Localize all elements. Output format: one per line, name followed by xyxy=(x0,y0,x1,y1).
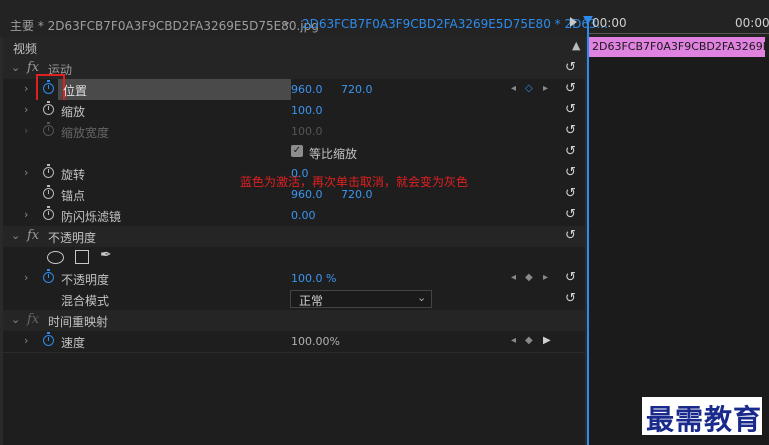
section-video: 视频 ▲ xyxy=(3,37,585,59)
chevron-right-icon[interactable]: › xyxy=(24,103,28,116)
prev-keyframe-icon[interactable]: ◂ xyxy=(511,83,516,94)
stopwatch-icon[interactable] xyxy=(43,332,54,346)
rotation-label: 旋转 xyxy=(61,168,86,182)
stopwatch-icon[interactable] xyxy=(43,101,54,115)
ruler-line xyxy=(587,33,769,34)
fx-icon[interactable]: fx xyxy=(27,228,39,243)
reset-icon[interactable]: ↺ xyxy=(565,81,576,96)
chevron-down-icon[interactable]: ⌄ xyxy=(11,61,20,74)
reset-icon[interactable]: ↺ xyxy=(565,102,576,117)
blend-mode-select[interactable]: 正常 ⌄ xyxy=(290,290,432,308)
add-keyframe-icon[interactable]: ◇ xyxy=(525,83,533,94)
position-label: 位置 xyxy=(63,84,88,98)
chevron-right-icon[interactable]: › xyxy=(24,208,28,221)
ruler-timecode-end: 00:00 xyxy=(735,16,769,30)
mini-timeline[interactable] xyxy=(587,57,769,445)
chevron-right-icon: › xyxy=(24,124,29,137)
tab-sequence-clip[interactable]: 2D63FCB7F0A3F9CBD2FA3269E5D75E80 * 2D63.… xyxy=(302,17,608,31)
annotation-text: 蓝色为激活，再次单击取消，就会变为灰色 xyxy=(240,175,469,189)
reset-icon[interactable]: ↺ xyxy=(565,207,576,222)
param-opacity[interactable]: › 不透明度 100.0 % ◂ ◆ ▸ ↺ xyxy=(3,268,585,290)
stopwatch-icon[interactable] xyxy=(43,269,54,283)
param-position[interactable]: › 位置 960.0 720.0 ◂ ◇ ▸ ↺ xyxy=(3,74,585,102)
scale-width-value: 100.0 xyxy=(291,125,323,138)
blend-mode-label: 混合模式 xyxy=(61,294,110,308)
uniform-scale-label: 等比缩放 xyxy=(309,147,358,161)
position-x-value[interactable]: 960.0 xyxy=(291,83,323,96)
scale-width-label: 缩放宽度 xyxy=(61,126,110,140)
panel-divider[interactable] xyxy=(585,37,587,445)
antiflicker-label: 防闪烁滤镜 xyxy=(61,210,122,224)
mask-tools-row: ✒ xyxy=(3,247,585,269)
scroll-up-icon[interactable]: ▲ xyxy=(572,39,580,52)
speed-value[interactable]: 100.00% xyxy=(291,335,340,348)
stopwatch-icon[interactable] xyxy=(43,185,54,199)
chevron-right-icon[interactable]: › xyxy=(24,166,28,179)
highlight-box xyxy=(36,74,65,102)
reset-icon[interactable]: ↺ xyxy=(565,123,576,138)
next-keyframe-icon[interactable]: ▶ xyxy=(543,335,551,346)
chevron-right-icon[interactable]: › xyxy=(24,82,28,95)
stopwatch-icon[interactable] xyxy=(43,206,54,220)
position-y-value[interactable]: 720.0 xyxy=(341,83,373,96)
speed-label: 速度 xyxy=(61,336,86,350)
rectangle-mask-icon[interactable] xyxy=(75,250,89,264)
param-antiflicker[interactable]: › 防闪烁滤镜 0.00 ↺ xyxy=(3,205,585,227)
antiflicker-value[interactable]: 0.00 xyxy=(291,209,316,222)
reset-icon[interactable]: ↺ xyxy=(565,144,576,159)
param-blend-mode[interactable]: 混合模式 正常 ⌄ ↺ xyxy=(3,289,585,311)
timeline-clip[interactable]: 2D63FCB7F0A3F9CBD2FA3269E5D75E80 xyxy=(589,37,765,57)
next-keyframe-icon[interactable]: ▸ xyxy=(543,83,548,94)
param-scale-width: › 缩放宽度 100.0 ↺ xyxy=(3,121,585,143)
chevron-right-icon[interactable]: › xyxy=(24,334,28,347)
add-keyframe-icon[interactable]: ◆ xyxy=(525,335,533,346)
opacity-title: 不透明度 xyxy=(48,231,97,245)
reset-icon[interactable]: ↺ xyxy=(565,291,576,306)
playhead-handle[interactable] xyxy=(583,16,593,24)
ellipse-mask-icon[interactable] xyxy=(47,251,64,264)
add-keyframe-icon[interactable]: ◆ xyxy=(525,272,533,283)
chevron-down-icon[interactable]: ⌄ xyxy=(282,15,291,28)
scale-value[interactable]: 100.0 xyxy=(291,104,323,117)
reset-icon[interactable]: ↺ xyxy=(565,228,576,243)
opacity-value[interactable]: 100.0 % xyxy=(291,272,336,285)
panel-empty-area xyxy=(3,353,585,445)
opacity-label: 不透明度 xyxy=(61,273,110,287)
uniform-scale-checkbox[interactable]: ✓ xyxy=(291,145,303,157)
prev-keyframe-icon[interactable]: ◂ xyxy=(511,272,516,283)
next-keyframe-icon[interactable]: ▸ xyxy=(543,272,548,283)
effect-time-remap[interactable]: ⌄ fx 时间重映射 xyxy=(3,310,585,332)
section-video-label: 视频 xyxy=(13,42,38,56)
fx-icon[interactable]: fx xyxy=(27,60,39,75)
fx-icon[interactable]: fx xyxy=(27,312,39,327)
prev-keyframe-icon[interactable]: ◂ xyxy=(511,335,516,346)
time-remap-title: 时间重映射 xyxy=(48,315,109,329)
param-highlight xyxy=(58,79,291,100)
stopwatch-icon xyxy=(43,122,54,136)
chevron-right-icon[interactable]: › xyxy=(24,271,28,284)
tab-source-clip[interactable]: 主要 * 2D63FCB7F0A3F9CBD2FA3269E5D75E80.jp… xyxy=(10,17,319,34)
reset-icon[interactable]: ↺ xyxy=(565,60,576,75)
chevron-down-icon[interactable]: ⌄ xyxy=(11,313,20,326)
play-icon[interactable] xyxy=(570,17,577,27)
reset-icon[interactable]: ↺ xyxy=(565,165,576,180)
anchor-label: 锚点 xyxy=(61,189,86,203)
scale-label: 缩放 xyxy=(61,105,86,119)
blend-mode-value: 正常 xyxy=(299,294,324,308)
pen-mask-icon[interactable]: ✒ xyxy=(100,247,112,263)
watermark-logo: 最需教育 xyxy=(646,403,763,436)
chevron-down-icon: ⌄ xyxy=(417,291,427,304)
param-speed[interactable]: › 速度 100.00% ◂ ◆ ▶ xyxy=(3,331,585,353)
reset-icon[interactable]: ↺ xyxy=(565,186,576,201)
chevron-down-icon[interactable]: ⌄ xyxy=(11,229,20,242)
playhead[interactable] xyxy=(587,16,589,445)
param-scale[interactable]: › 缩放 100.0 ↺ xyxy=(3,100,585,122)
reset-icon[interactable]: ↺ xyxy=(565,270,576,285)
param-uniform-scale[interactable]: ✓ 等比缩放 ↺ xyxy=(3,142,585,164)
ruler-timecode-start: 00:00 xyxy=(592,16,627,30)
effect-motion[interactable]: ⌄ fx 运动 ↺ xyxy=(3,58,585,80)
stopwatch-icon[interactable] xyxy=(43,164,54,178)
effect-opacity[interactable]: ⌄ fx 不透明度 ↺ xyxy=(3,226,585,248)
